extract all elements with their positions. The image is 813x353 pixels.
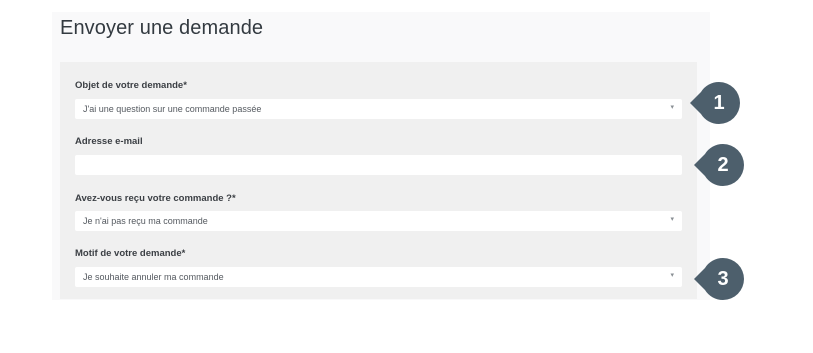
page: Envoyer une demande Objet de votre deman… [0, 0, 813, 353]
order-received-select[interactable]: Je n'ai pas reçu ma commande ▾ [75, 211, 682, 231]
step-number: 2 [717, 154, 729, 176]
step-marker-2: 2 [693, 143, 745, 187]
subject-select-value: J'ai une question sur une commande passé… [83, 104, 262, 114]
step-number: 3 [717, 268, 729, 290]
reason-label: Motif de votre demande* [75, 248, 186, 259]
subject-select[interactable]: J'ai une question sur une commande passé… [75, 99, 682, 119]
request-form: Objet de votre demande* J'ai une questio… [60, 62, 697, 299]
chevron-down-icon: ▾ [670, 104, 674, 111]
email-field[interactable] [75, 155, 682, 175]
step-marker-3: 3 [693, 257, 745, 301]
chevron-down-icon: ▾ [670, 272, 674, 279]
subject-label: Objet de votre demande* [75, 80, 187, 91]
reason-select[interactable]: Je souhaite annuler ma commande ▾ [75, 267, 682, 287]
chevron-down-icon: ▾ [670, 216, 674, 223]
order-received-label: Avez-vous reçu votre commande ?* [75, 193, 236, 204]
step-number: 1 [713, 92, 725, 114]
email-label: Adresse e-mail [75, 136, 143, 147]
step-marker-1: 1 [689, 81, 741, 125]
reason-select-value: Je souhaite annuler ma commande [83, 272, 224, 282]
order-received-select-value: Je n'ai pas reçu ma commande [83, 216, 208, 226]
page-title: Envoyer une demande [60, 17, 264, 39]
